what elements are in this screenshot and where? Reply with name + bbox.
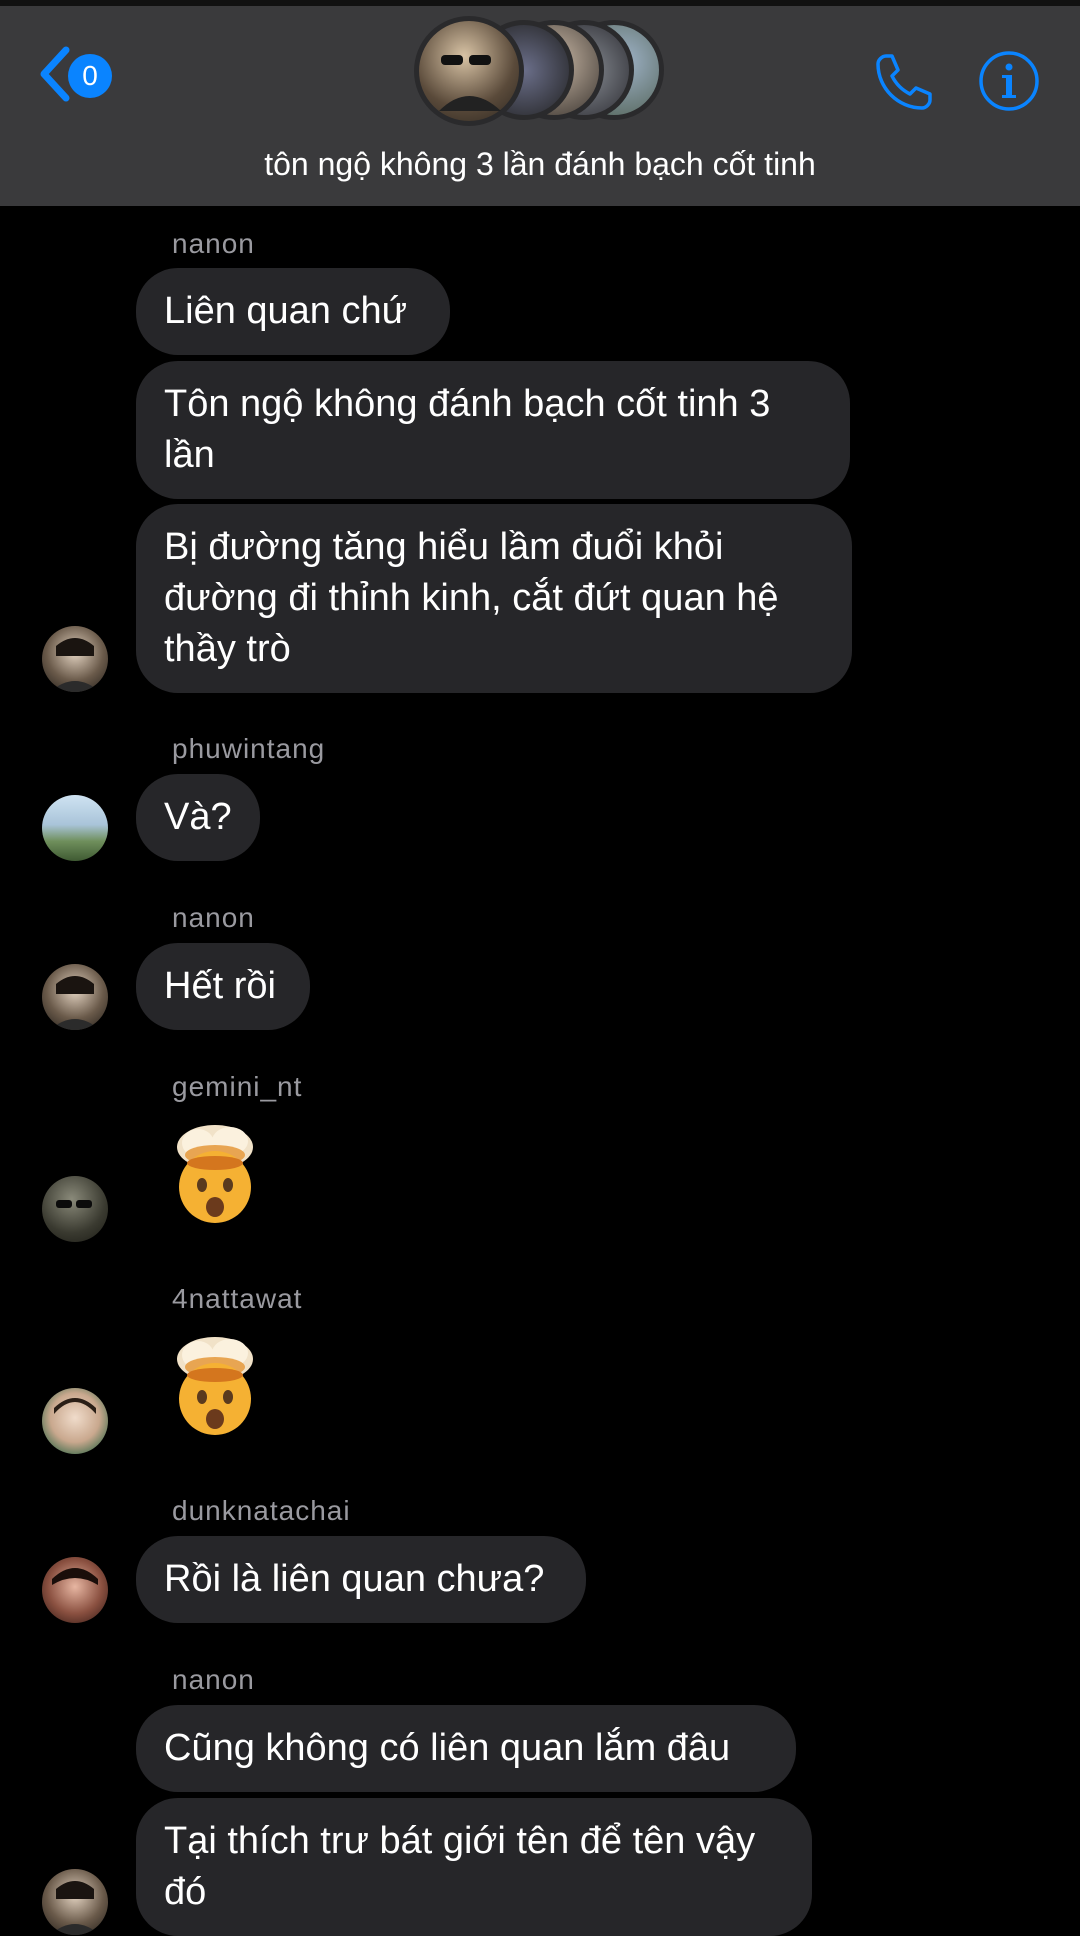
call-button[interactable] [872,50,936,119]
info-button[interactable] [978,50,1040,117]
exploding-head-emoji[interactable] [160,1333,270,1443]
avatar[interactable] [42,1388,108,1454]
message-bubble[interactable]: Cũng không có liên quan lắm đâu [136,1705,796,1792]
group-name[interactable]: tôn ngộ không 3 lần đánh bạch cốt tinh [0,146,1080,183]
sender-name: phuwintang [172,733,326,764]
unread-badge: 0 [68,54,112,98]
group-avatar-stack[interactable] [414,14,668,126]
back-button[interactable]: 0 [36,46,112,106]
sender-name: nanon [172,228,255,259]
message-bubble[interactable]: Rồi là liên quan chưa? [136,1536,586,1623]
message-bubble[interactable]: Liên quan chứ [136,268,450,355]
sender-name: dunknatachai [172,1495,351,1526]
group-member-avatar [414,16,524,126]
avatar[interactable] [42,795,108,861]
sender-name: nanon [172,902,255,933]
message-bubble[interactable]: Tôn ngộ không đánh bạch cốt tinh 3 lần [136,361,850,499]
avatar[interactable] [42,964,108,1030]
chevron-left-icon [36,46,72,107]
exploding-head-emoji[interactable] [160,1121,270,1231]
avatar[interactable] [42,1869,108,1935]
avatar[interactable] [42,626,108,692]
message-bubble[interactable]: Tại thích trư bát giới tên để tên vậy đó [136,1798,812,1936]
avatar[interactable] [42,1176,108,1242]
message-bubble[interactable]: Bị đường tăng hiểu lầm đuổi khỏi đường đ… [136,504,852,693]
sender-name: 4nattawat [172,1283,303,1314]
info-icon [978,51,1040,116]
sender-name: nanon [172,1664,255,1695]
message-bubble[interactable]: Hết rồi [136,943,310,1030]
sender-name: gemini_nt [172,1071,303,1102]
chat-header: 0 tôn ngộ không 3 lần đánh bạch cốt tinh [0,0,1080,206]
phone-icon [872,54,936,118]
avatar[interactable] [42,1557,108,1623]
message-bubble[interactable]: Và? [136,774,260,861]
